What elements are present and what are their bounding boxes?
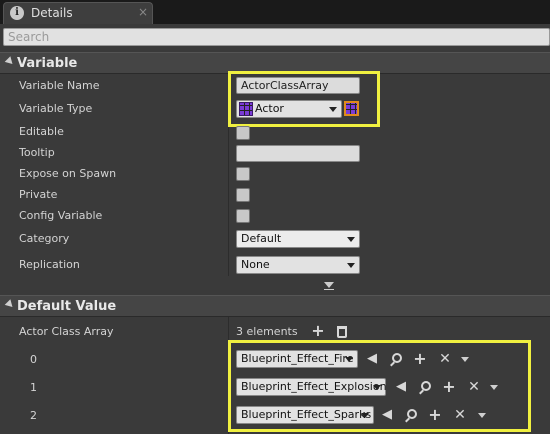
section-title: Default Value [17,299,117,314]
private-checkbox[interactable] [236,188,250,202]
collapse-arrow-icon[interactable] [4,299,16,310]
section-title: Variable [17,56,78,71]
tab-bar: i Details × [0,0,550,24]
label-editable: Editable [19,125,64,138]
editable-checkbox[interactable] [236,126,250,140]
array-element-count: 3 elements [236,325,298,338]
close-icon[interactable]: × [138,5,148,19]
chevron-down-icon [347,237,355,242]
label-replication: Replication [19,258,80,271]
label-variable-name: Variable Name [19,79,100,92]
trash-icon[interactable] [337,326,347,338]
label-category: Category [19,232,70,245]
label-tooltip: Tooltip [19,146,55,159]
search-input[interactable]: Search [3,28,550,46]
tooltip-input[interactable] [236,145,360,162]
label-variable-type: Variable Type [19,102,93,115]
array-index: 2 [30,409,37,422]
array-index: 1 [30,381,37,394]
label-private: Private [19,188,58,201]
chevron-down-icon [347,263,355,268]
highlight-box-variable [228,71,380,127]
collapse-arrow-icon[interactable] [4,56,16,67]
array-index: 0 [30,353,37,366]
label-expose-on-spawn: Expose on Spawn [19,167,117,180]
config-variable-checkbox[interactable] [236,209,250,223]
expose-on-spawn-checkbox[interactable] [236,167,250,181]
details-info-icon: i [10,6,24,20]
label-config-variable: Config Variable [19,209,103,222]
label-actor-class-array: Actor Class Array [19,325,114,338]
highlight-box-default-value [228,340,531,432]
replication-dropdown[interactable]: None [236,256,360,274]
show-advanced-bar [324,289,334,290]
tab-details[interactable]: i Details × [3,2,153,24]
section-header-default-value[interactable]: Default Value [0,295,550,317]
category-value: Default [241,232,282,245]
replication-value: None [241,258,270,271]
add-element-icon[interactable]: + [310,323,326,340]
category-dropdown[interactable]: Default [236,230,360,248]
show-advanced-icon[interactable] [324,282,334,288]
tab-label: Details [31,6,73,20]
